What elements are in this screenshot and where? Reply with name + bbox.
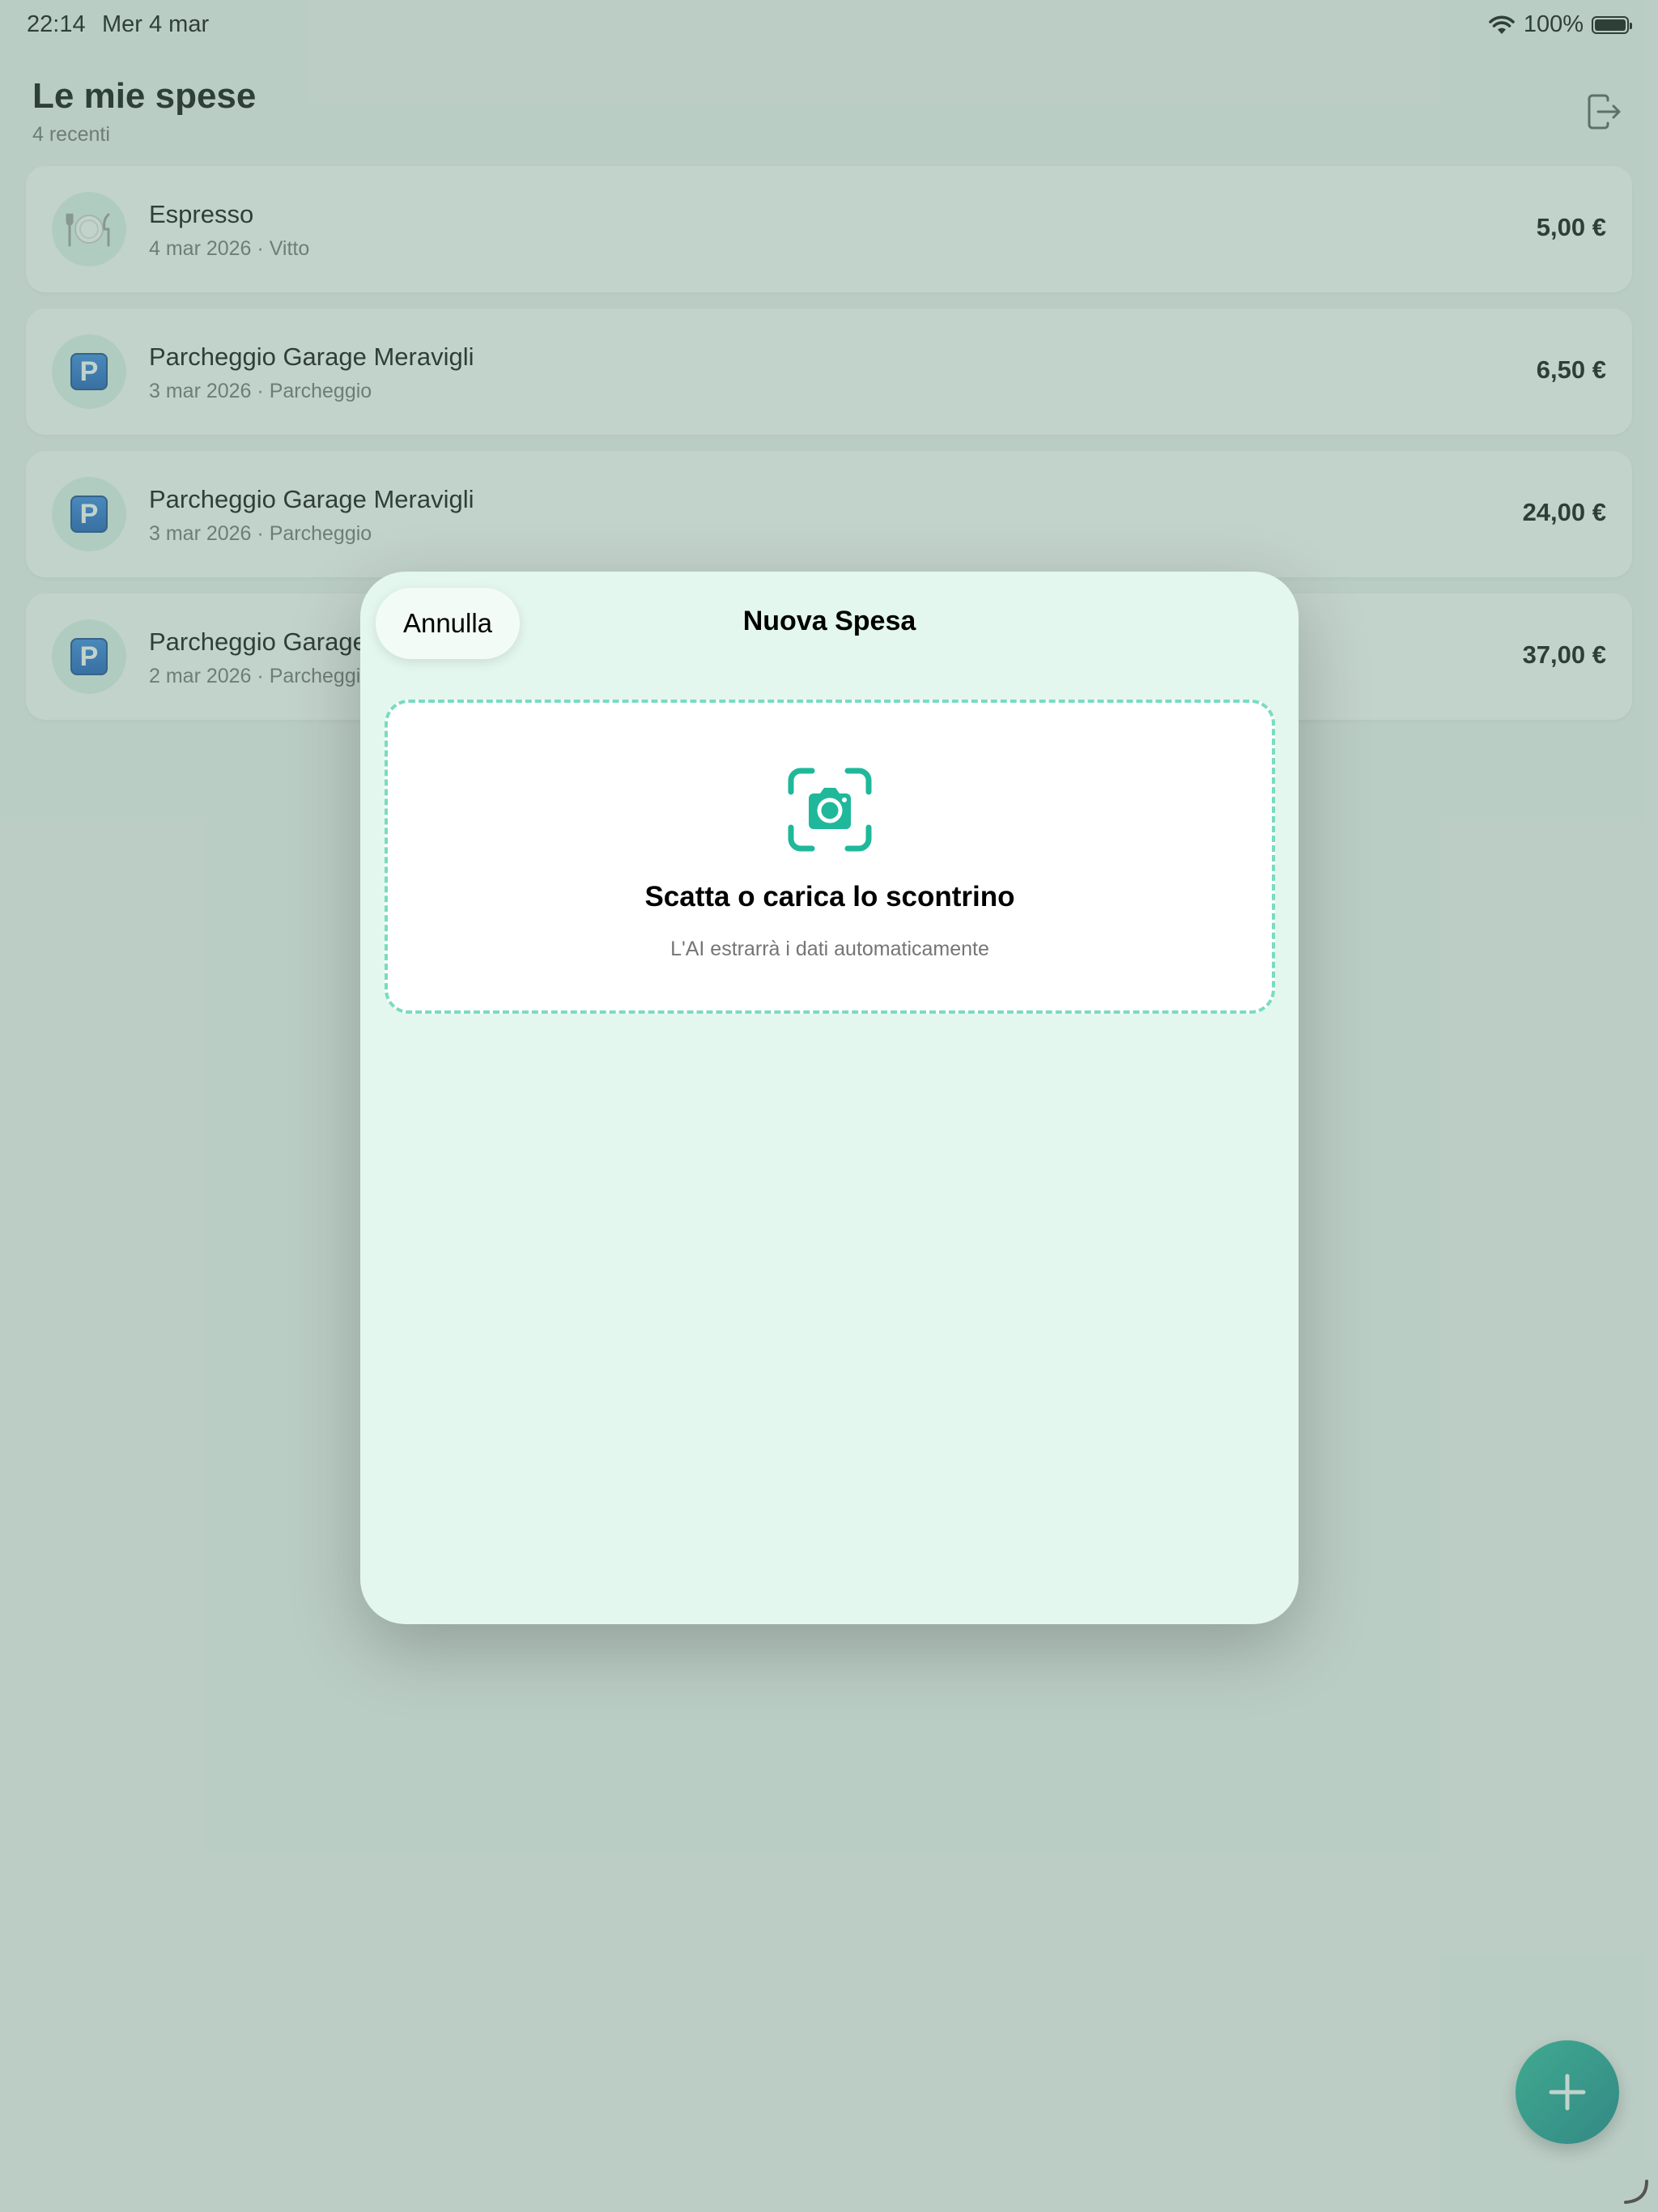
sheet-title: Nuova Spesa <box>742 606 916 636</box>
upload-title: Scatta o carica lo scontrino <box>644 881 1015 912</box>
new-expense-sheet: Annulla Nuova Spesa Scatta o carica lo s… <box>360 572 1299 1624</box>
camera-viewfinder-icon <box>788 768 872 852</box>
resize-handle-icon[interactable] <box>1622 2178 1650 2206</box>
receipt-upload-zone[interactable]: Scatta o carica lo scontrino L'AI estrar… <box>385 700 1275 1014</box>
upload-subtitle: L'AI estrarrà i dati automaticamente <box>670 938 989 960</box>
